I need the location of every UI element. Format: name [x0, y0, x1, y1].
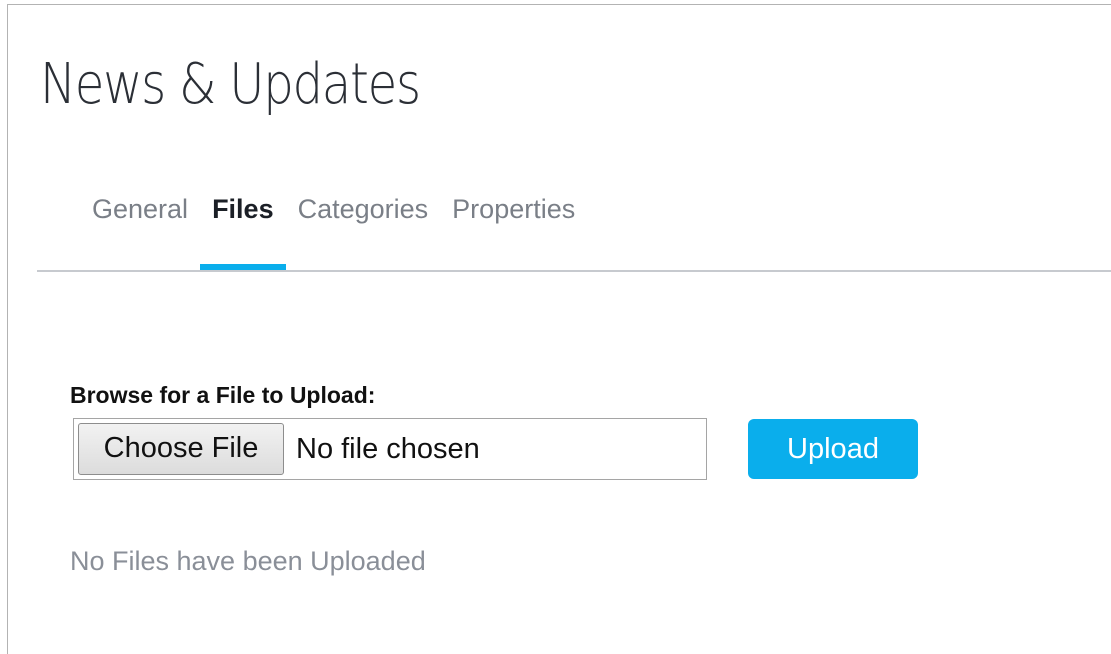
upload-button[interactable]: Upload [748, 419, 918, 479]
empty-files-message: No Files have been Uploaded [70, 546, 426, 576]
tab-general[interactable]: General [80, 186, 200, 272]
upload-label: Browse for a File to Upload: [70, 382, 376, 408]
tab-properties[interactable]: Properties [440, 186, 587, 272]
file-input[interactable]: Choose File No file chosen [73, 418, 707, 480]
choose-file-button[interactable]: Choose File [78, 423, 284, 475]
tab-categories[interactable]: Categories [286, 186, 441, 272]
tab-divider [37, 270, 1111, 272]
file-status-text: No file chosen [296, 433, 480, 465]
page-title: News & Updates [40, 52, 421, 117]
tab-files[interactable]: Files [200, 186, 286, 272]
tab-bar: General Files Categories Properties [80, 186, 587, 272]
